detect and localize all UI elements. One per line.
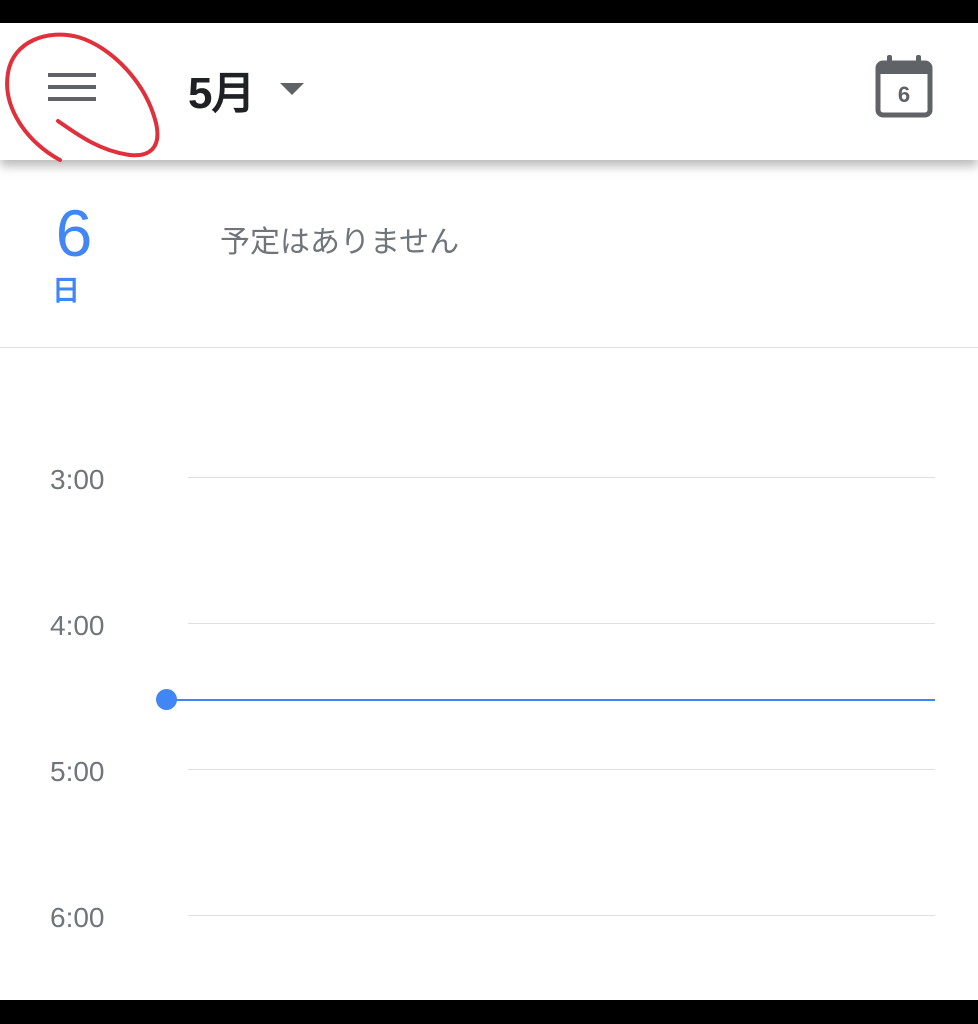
hamburger-menu-icon bbox=[48, 73, 96, 101]
hour-gridline bbox=[188, 623, 935, 624]
app-bar: 5月 6 bbox=[0, 23, 978, 160]
hour-gridline bbox=[188, 915, 935, 916]
hour-label-3: 3:00 bbox=[50, 464, 105, 495]
day-weekday: 日 bbox=[51, 274, 80, 307]
day-header-row: 6 日 予定はありません bbox=[0, 160, 978, 348]
bottom-black-border bbox=[0, 1000, 978, 1024]
day-number[interactable]: 6 bbox=[46, 200, 102, 266]
no-events-text[interactable]: 予定はありません bbox=[220, 228, 459, 258]
month-selector[interactable]: 5月 bbox=[180, 57, 305, 121]
current-time-dot bbox=[156, 689, 177, 710]
hour-label-5: 5:00 bbox=[50, 756, 105, 787]
top-black-border bbox=[0, 0, 978, 23]
current-time-line bbox=[167, 699, 935, 701]
day-timeline[interactable]: 3:00 4:00 5:00 6:00 bbox=[0, 348, 978, 1000]
hour-label-6: 6:00 bbox=[50, 902, 105, 933]
dropdown-arrow-icon bbox=[280, 83, 305, 95]
today-date-number: 6 bbox=[897, 82, 911, 107]
hour-gridline bbox=[188, 477, 935, 478]
hour-label-4: 4:00 bbox=[50, 610, 105, 641]
month-title: 5月 bbox=[188, 69, 255, 118]
today-button[interactable]: 6 bbox=[870, 51, 940, 121]
menu-button[interactable] bbox=[34, 53, 114, 123]
hour-gridline bbox=[188, 769, 935, 770]
